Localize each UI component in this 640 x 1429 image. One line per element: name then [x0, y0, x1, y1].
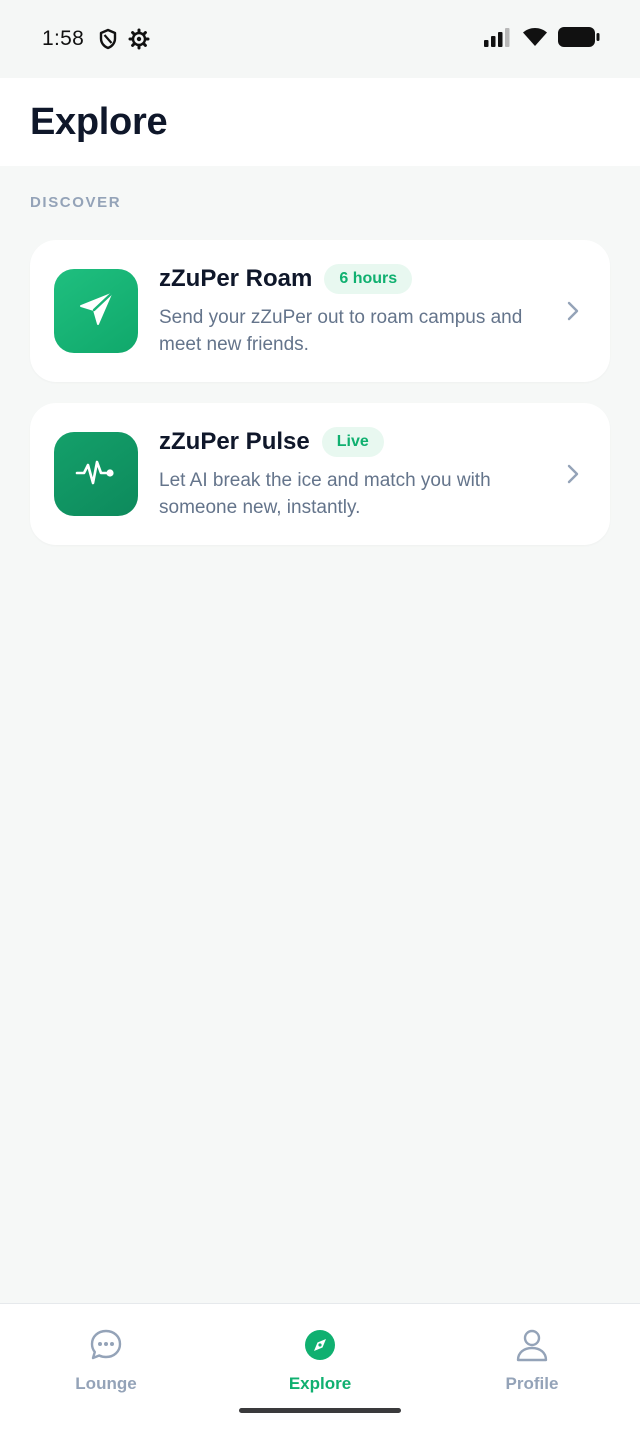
roam-title-row: zZuPer Roam 6 hours [159, 264, 556, 294]
roam-card[interactable]: zZuPer Roam 6 hours Send your zZuPer out… [30, 240, 610, 382]
nav-profile-label: Profile [505, 1374, 559, 1393]
roam-duration-badge: 6 hours [324, 264, 413, 294]
roam-icon-box [54, 269, 138, 353]
pulse-title-row: zZuPer Pulse Live [159, 427, 556, 457]
nav-lounge-label: Lounge [75, 1374, 137, 1393]
wifi-icon [522, 27, 548, 52]
section-label: DISCOVER [30, 194, 122, 211]
roam-card-body: zZuPer Roam 6 hours Send your zZuPer out… [159, 264, 556, 358]
person-icon [515, 1326, 549, 1364]
pulse-card-body: zZuPer Pulse Live Let AI break the ice a… [159, 427, 556, 521]
pulse-icon [75, 454, 117, 495]
status-bar: 1:58 [0, 0, 640, 78]
signal-icon [484, 27, 512, 52]
status-right-icons [484, 26, 600, 53]
pulse-card[interactable]: zZuPer Pulse Live Let AI break the ice a… [30, 403, 610, 545]
chevron-right-icon [566, 300, 580, 322]
gear-icon [128, 28, 150, 50]
pulse-live-badge: Live [321, 427, 384, 457]
pulse-icon-box [54, 432, 138, 516]
page-title: Explore [30, 100, 168, 143]
roam-description: Send your zZuPer out to roam campus and … [159, 307, 523, 355]
shield-icon [98, 28, 118, 50]
pulse-description: Let AI break the ice and match you with … [159, 470, 491, 518]
nav-profile[interactable]: Profile [462, 1326, 602, 1394]
nav-lounge[interactable]: Lounge [36, 1326, 176, 1394]
nav-explore[interactable]: Explore [250, 1326, 390, 1394]
compass-icon [303, 1326, 337, 1364]
nav-explore-label: Explore [288, 1374, 352, 1393]
chat-bubble-icon [88, 1326, 124, 1364]
home-indicator[interactable] [239, 1408, 401, 1413]
paper-plane-icon [76, 289, 116, 334]
roam-title: zZuPer Roam [159, 265, 313, 292]
chevron-right-icon [566, 463, 580, 485]
battery-icon [558, 26, 600, 53]
status-time: 1:58 [42, 27, 85, 50]
pulse-title: zZuPer Pulse [159, 428, 310, 455]
header: Explore [0, 78, 640, 166]
